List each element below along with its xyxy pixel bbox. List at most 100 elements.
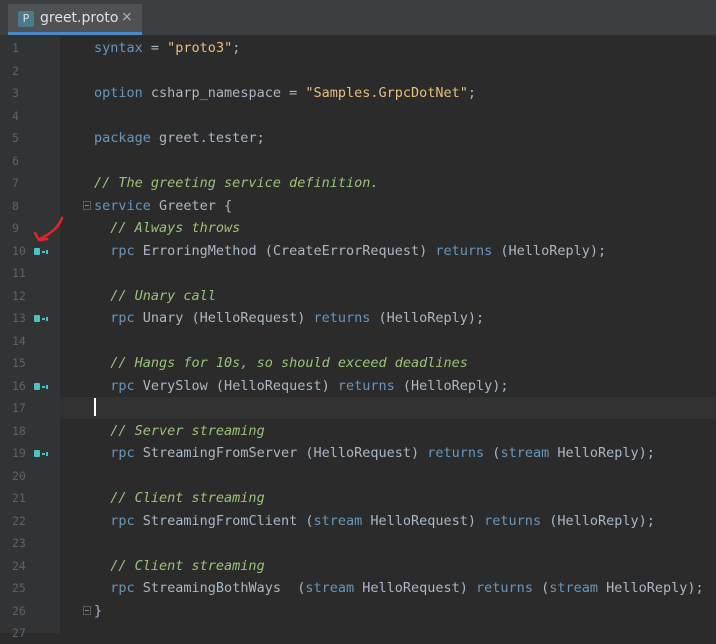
- text-caret: [94, 398, 96, 416]
- line-number: 18: [12, 423, 26, 438]
- code-token: StreamingFromServer (HelloRequest): [134, 445, 428, 461]
- line-number: 17: [12, 401, 26, 415]
- keyword-token: returns: [484, 512, 542, 529]
- string-token: "proto3": [167, 40, 233, 56]
- line-number: 26: [12, 603, 26, 618]
- code-token: HelloRequest): [362, 512, 485, 529]
- line-number: 6: [12, 153, 19, 168]
- code-token: VerySlow (HelloRequest): [134, 377, 338, 394]
- code-token: (HelloReply);: [370, 310, 485, 326]
- code-token: StreamingBothWays (: [134, 580, 306, 596]
- code-line[interactable]: rpc StreamingFromServer (HelloRequest) r…: [94, 442, 655, 464]
- comment-token: // Unary call: [110, 287, 216, 304]
- implementation-marker-icon[interactable]: [34, 247, 48, 256]
- code-line[interactable]: // Client streaming: [94, 487, 265, 509]
- string-token: "Samples.GrpcDotNet": [305, 85, 468, 101]
- keyword-token: option: [94, 85, 143, 101]
- keyword-token: stream: [305, 580, 355, 596]
- proto-file-icon: P: [18, 11, 34, 27]
- code-token: csharp_namespace =: [142, 85, 306, 101]
- editor-tab-bar: P greet.proto ×: [0, 0, 716, 36]
- comment-token: // Client streaming: [110, 490, 265, 506]
- code-line[interactable]: // Always throws: [94, 217, 240, 239]
- code-token: (HelloReply);: [541, 512, 655, 529]
- line-number: 16: [12, 378, 26, 393]
- current-line-highlight: [60, 397, 716, 419]
- line-number: 12: [12, 288, 26, 303]
- keyword-token: rpc: [110, 242, 135, 259]
- code-token: Greeter {: [150, 197, 233, 214]
- implementation-marker-icon[interactable]: [34, 450, 48, 458]
- code-line[interactable]: package greet.tester;: [94, 127, 265, 149]
- code-token: (HelloReply);: [394, 377, 509, 394]
- keyword-token: rpc: [110, 377, 135, 394]
- code-line[interactable]: rpc StreamingBothWays (stream HelloReque…: [94, 577, 704, 599]
- annotation-arrow-icon: [33, 216, 64, 242]
- code-token: HelloReply);: [598, 580, 704, 596]
- comment-token: // Always throws: [110, 220, 241, 236]
- code-line[interactable]: // Server streaming: [94, 420, 265, 442]
- code-token: }: [94, 602, 103, 619]
- code-line[interactable]: // The greeting service definition.: [94, 172, 378, 194]
- code-line[interactable]: // Hangs for 10s, so should exceed deadl…: [94, 352, 468, 374]
- keyword-token: returns: [337, 377, 395, 394]
- code-token: HelloRequest): [354, 580, 477, 596]
- line-number: 1: [12, 41, 19, 55]
- keyword-token: returns: [427, 445, 485, 461]
- code-token: StreamingFromClient (: [134, 512, 314, 529]
- code-line[interactable]: rpc Unary (HelloRequest) returns (HelloR…: [94, 307, 484, 329]
- code-line[interactable]: service Greeter {: [94, 195, 232, 217]
- code-token: Unary (HelloRequest): [134, 310, 314, 326]
- code-line[interactable]: syntax = "proto3";: [94, 37, 240, 59]
- code-line[interactable]: option csharp_namespace = "Samples.GrpcD…: [94, 82, 476, 104]
- code-token: ;: [467, 85, 477, 101]
- keyword-token: returns: [476, 580, 533, 596]
- comment-token: // Client streaming: [110, 557, 265, 574]
- code-token: (: [484, 445, 501, 461]
- line-number: 23: [12, 536, 26, 550]
- line-number: 22: [12, 513, 26, 528]
- keyword-token: syntax: [94, 40, 143, 56]
- code-line[interactable]: // Client streaming: [94, 555, 265, 577]
- keyword-token: stream: [549, 580, 598, 596]
- code-token: HelloReply);: [549, 445, 655, 461]
- comment-token: // The greeting service definition.: [94, 175, 379, 191]
- code-token: =: [142, 40, 168, 56]
- line-number: 20: [12, 468, 26, 483]
- tab-greet-proto[interactable]: P greet.proto ×: [8, 4, 142, 35]
- line-number: 24: [12, 558, 26, 573]
- line-number: 11: [12, 266, 26, 280]
- line-number: 3: [12, 86, 19, 100]
- close-icon[interactable]: ×: [121, 9, 133, 25]
- fold-toggle-icon[interactable]: [83, 605, 91, 615]
- code-line[interactable]: rpc ErroringMethod (CreateErrorRequest) …: [94, 240, 606, 262]
- code-line[interactable]: }: [94, 600, 102, 622]
- code-line[interactable]: rpc StreamingFromClient (stream HelloReq…: [94, 510, 655, 532]
- keyword-token: rpc: [110, 580, 135, 596]
- code-line[interactable]: // Unary call: [94, 285, 216, 307]
- implementation-marker-icon[interactable]: [34, 382, 48, 391]
- line-number: 7: [12, 176, 19, 190]
- comment-token: // Server streaming: [110, 422, 265, 439]
- keyword-token: stream: [313, 512, 363, 529]
- fold-toggle-icon[interactable]: [83, 200, 91, 210]
- code-token: (HelloReply);: [492, 242, 607, 259]
- code-token: ErroringMethod (CreateErrorRequest): [134, 242, 436, 259]
- code-token: greet.tester;: [150, 130, 265, 146]
- implementation-marker-icon[interactable]: [34, 315, 48, 323]
- line-number: 4: [12, 108, 19, 123]
- code-line[interactable]: rpc VerySlow (HelloRequest) returns (Hel…: [94, 375, 509, 397]
- keyword-token: returns: [313, 310, 371, 326]
